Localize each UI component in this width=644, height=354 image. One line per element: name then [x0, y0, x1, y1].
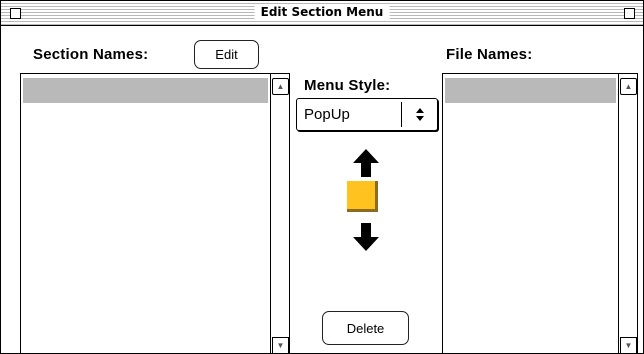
delete-button[interactable]: Delete [322, 311, 409, 345]
move-handle[interactable] [347, 181, 378, 212]
move-down-arrow-icon[interactable] [351, 221, 381, 253]
edit-section-menu-window: Edit Section Menu Section Names: Edit ▲ … [0, 0, 644, 354]
file-names-list[interactable]: ▲ ▼ [442, 73, 638, 353]
section-list-area[interactable] [21, 74, 271, 353]
popup-divider [401, 102, 402, 127]
scroll-up-arrow-icon[interactable]: ▲ [620, 78, 637, 95]
file-selected-row[interactable] [445, 78, 616, 103]
menu-style-popup[interactable]: PopUp [296, 98, 438, 131]
scroll-up-arrow-icon[interactable]: ▲ [272, 78, 289, 95]
popup-arrows-icon [416, 108, 424, 121]
section-selected-row[interactable] [23, 78, 268, 103]
file-list-scrollbar[interactable]: ▲ ▼ [620, 74, 637, 353]
zoom-box[interactable] [624, 8, 635, 19]
menu-style-label: Menu Style: [304, 77, 391, 94]
section-names-label: Section Names: [33, 46, 149, 63]
scroll-down-arrow-icon[interactable]: ▼ [620, 337, 637, 353]
move-up-arrow-icon[interactable] [351, 147, 381, 179]
file-names-label: File Names: [446, 46, 533, 63]
window-title: Edit Section Menu [254, 4, 390, 19]
edit-button[interactable]: Edit [194, 40, 259, 69]
scroll-down-arrow-icon[interactable]: ▼ [272, 337, 289, 353]
title-bar[interactable]: Edit Section Menu [1, 1, 643, 26]
section-list-scrollbar[interactable]: ▲ ▼ [272, 74, 289, 353]
section-names-list[interactable]: ▲ ▼ [20, 73, 290, 353]
file-list-area[interactable] [443, 74, 619, 353]
close-box[interactable] [10, 8, 21, 19]
menu-style-value: PopUp [304, 106, 350, 123]
